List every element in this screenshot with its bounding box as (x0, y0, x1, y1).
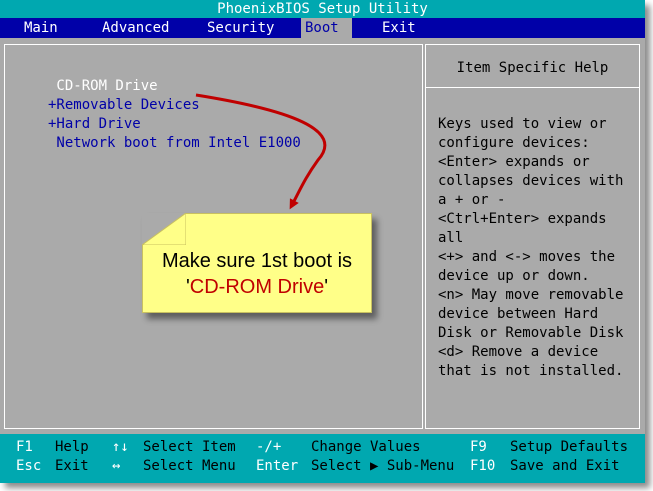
callout-line-2: 'CD-ROM Drive' (143, 274, 371, 300)
tab-advanced[interactable]: Advanced (98, 18, 173, 38)
help-line: configure devices: (438, 135, 590, 151)
help-line: Keys used to view or (438, 116, 607, 132)
bios-window: PhoenixBIOS Setup Utility Main Advanced … (0, 0, 645, 483)
help-line: a + or - (438, 192, 506, 208)
status-bar: F1 Help ↑↓ Select Item -/+ Change Values… (0, 434, 645, 483)
callout-line-1: Make sure 1st boot is (161, 250, 353, 272)
callout-quote-close: ' (324, 276, 329, 298)
help-title: Item Specific Help (426, 45, 639, 88)
key-f10: F10 (470, 458, 496, 474)
help-line: collapses devices with (438, 173, 624, 189)
key-enter-desc: Select ▶ Sub-Menu (311, 458, 455, 474)
key-minus-plus-desc: Change Values (311, 439, 421, 455)
help-line: device between Hard (438, 306, 599, 322)
note-fold-flap (142, 213, 186, 245)
key-f9: F9 (470, 439, 487, 455)
boot-item-removable[interactable]: +Removable Devices (48, 96, 200, 115)
callout-highlight: CD-ROM Drive (189, 276, 325, 298)
key-esc-desc: Exit (55, 458, 89, 474)
tab-boot[interactable]: Boot (301, 18, 352, 38)
key-up-down: ↑↓ (112, 439, 129, 455)
boot-item-cdrom[interactable]: CD-ROM Drive (48, 77, 157, 96)
help-line: that is not installed. (438, 363, 624, 379)
key-f1-desc: Help (55, 439, 89, 455)
callout-note: Make sure 1st boot is 'CD-ROM Drive' (142, 213, 372, 313)
window-title: PhoenixBIOS Setup Utility (0, 0, 645, 18)
help-line: <d> Remove a device (438, 344, 599, 360)
help-line: <Ctrl+Enter> expands (438, 211, 607, 227)
tab-main[interactable]: Main (20, 18, 62, 38)
key-up-down-desc: Select Item (143, 439, 236, 455)
key-f9-desc: Setup Defaults (510, 439, 629, 455)
key-left-right-desc: Select Menu (143, 458, 236, 474)
key-esc: Esc (16, 458, 42, 474)
key-f1: F1 (16, 439, 33, 455)
key-left-right: ↔ (112, 458, 121, 474)
help-line: all (438, 230, 464, 246)
tab-security[interactable]: Security (203, 18, 278, 38)
help-line: <Enter> expands or (438, 154, 590, 170)
menu-bar: Main Advanced Security Boot Exit (0, 18, 645, 38)
help-line: <n> May move removable (438, 287, 624, 303)
key-enter: Enter (256, 458, 299, 474)
help-line: <+> and <-> moves the (438, 249, 616, 265)
boot-item-hard-drive[interactable]: +Hard Drive (48, 115, 141, 134)
key-f10-desc: Save and Exit (510, 458, 620, 474)
boot-item-network[interactable]: Network boot from Intel E1000 (48, 134, 300, 153)
tab-exit[interactable]: Exit (378, 18, 420, 38)
help-text: Keys used to view or configure devices: … (438, 115, 638, 381)
help-line: device up or down. (438, 268, 590, 284)
help-line: Disk or Removable Disk (438, 325, 624, 341)
key-minus-plus: -/+ (256, 439, 282, 455)
